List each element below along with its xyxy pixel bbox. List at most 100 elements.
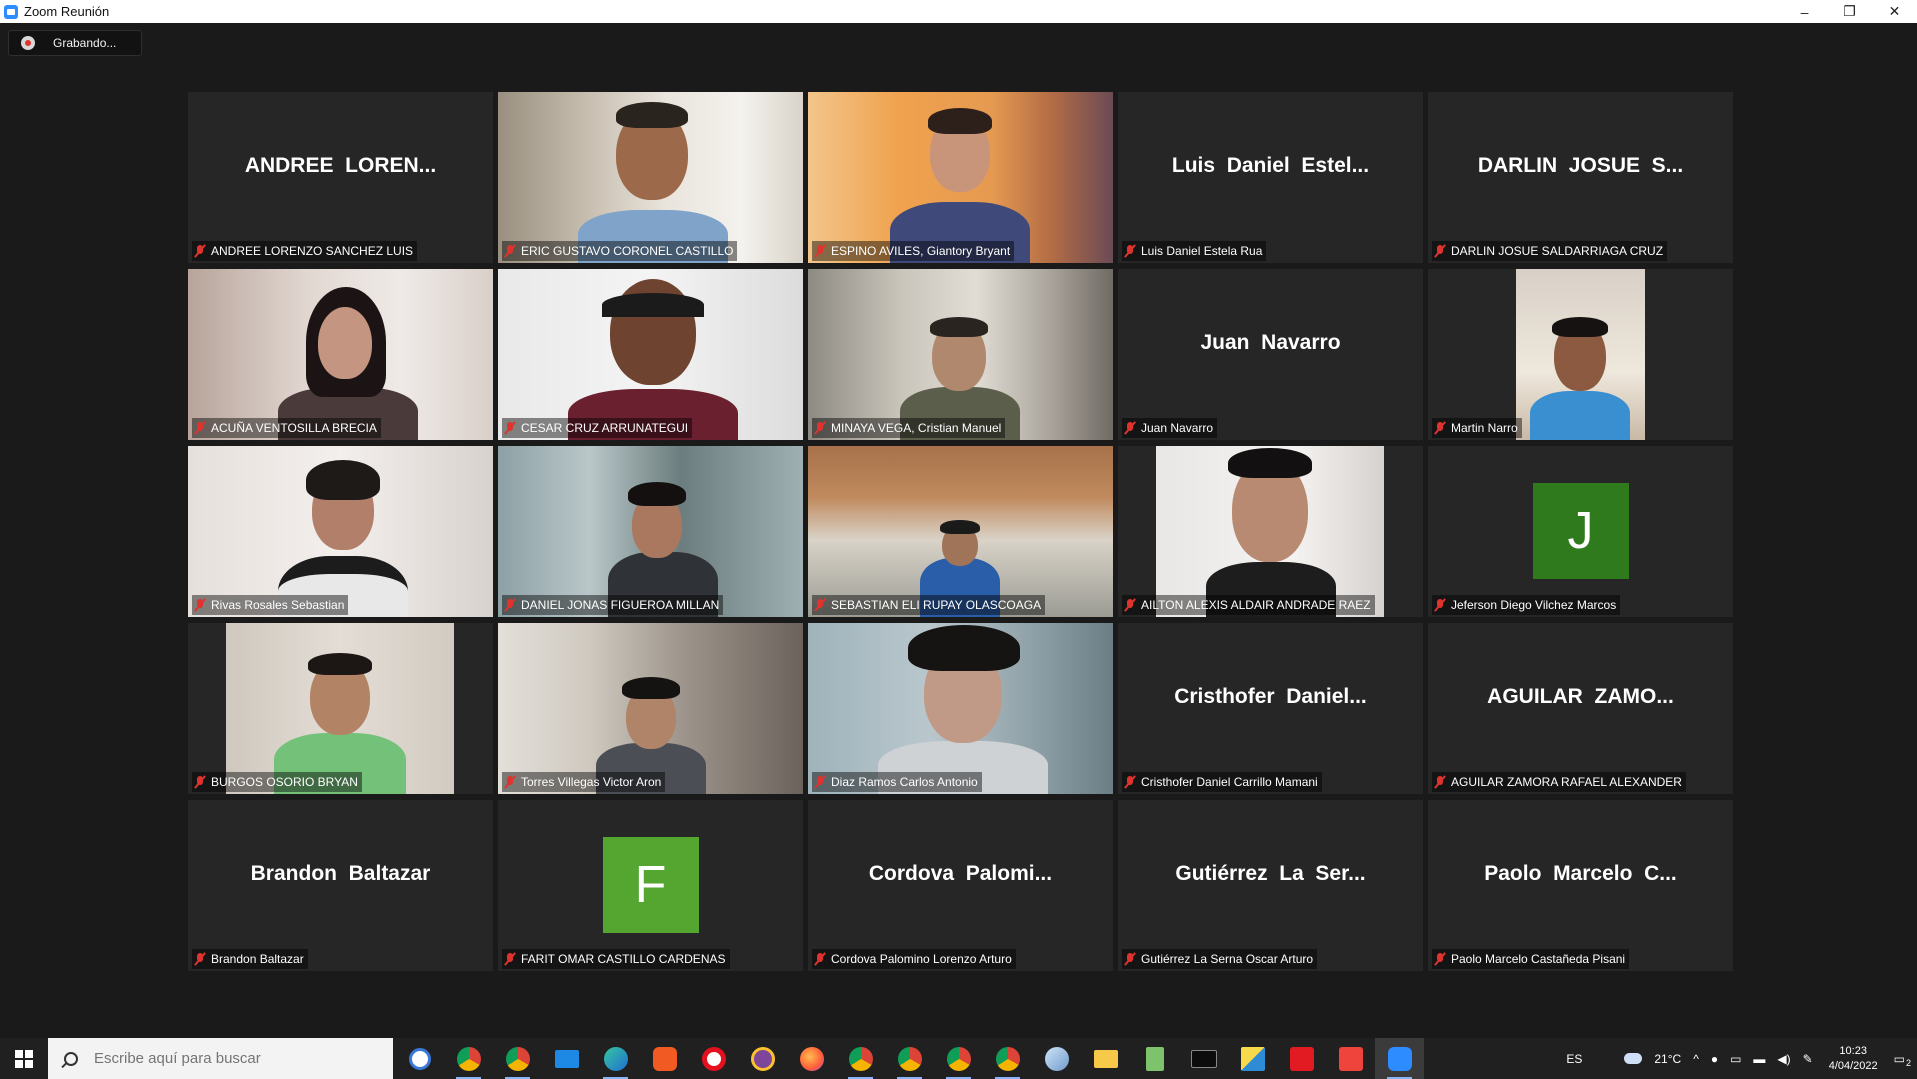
participant-tile[interactable]: ANDREE LOREN... ANDREE LORENZO SANCHEZ L… — [188, 92, 493, 263]
participant-video — [808, 446, 1113, 617]
file-explorer-icon[interactable] — [1081, 1038, 1130, 1079]
gallery-grid: ANDREE LOREN... ANDREE LORENZO SANCHEZ L… — [188, 92, 1733, 971]
chrome-icon[interactable] — [493, 1038, 542, 1079]
network-icon[interactable]: ▭ — [1730, 1052, 1741, 1066]
volume-icon[interactable]: ◀) — [1777, 1052, 1790, 1066]
chrome-icon[interactable] — [885, 1038, 934, 1079]
mic-muted-icon — [194, 421, 206, 435]
restore-button[interactable]: ❐ — [1827, 0, 1872, 23]
notifications-count: 2 — [1905, 1057, 1911, 1068]
weather-icon[interactable] — [1624, 1053, 1643, 1064]
windows-start-button[interactable] — [0, 1038, 48, 1079]
chrome-icon[interactable] — [983, 1038, 1032, 1079]
weather-temperature[interactable]: 21°C — [1654, 1052, 1681, 1066]
cortana-icon[interactable] — [395, 1038, 444, 1079]
participant-display-name: Luis Daniel Estel... — [1171, 153, 1370, 177]
participant-tile[interactable]: Brandon Baltazar Brandon Baltazar — [188, 800, 493, 971]
participant-tile[interactable]: Paolo Marcelo C... Paolo Marcelo Castañe… — [1428, 800, 1733, 971]
notepad-icon[interactable] — [1130, 1038, 1179, 1079]
battery-icon[interactable]: ▬ — [1753, 1052, 1765, 1066]
notifications-icon[interactable]: ▭ 2 — [1894, 1052, 1911, 1068]
participant-name-label: ESPINO AVILES, Giantory Bryant — [812, 241, 1015, 261]
participant-name-label: Torres Villegas Victor Aron — [502, 772, 666, 792]
participant-video — [498, 92, 803, 263]
anydesk-icon[interactable] — [1326, 1038, 1375, 1079]
clock[interactable]: 10:23 4/04/2022 — [1829, 1044, 1878, 1074]
participant-tile[interactable]: J Jeferson Diego Vilchez Marcos — [1428, 446, 1733, 617]
sticky-notes-icon[interactable] — [1228, 1038, 1277, 1079]
mic-muted-icon — [1124, 598, 1136, 612]
participant-tile[interactable]: DANIEL JONAS FIGUEROA MILLAN — [498, 446, 803, 617]
participant-tile[interactable]: Diaz Ramos Carlos Antonio — [808, 623, 1113, 794]
participant-name-label: Gutiérrez La Serna Oscar Arturo — [1122, 949, 1318, 969]
participant-name-label: Martin Narro — [1432, 418, 1522, 438]
participant-display-name: DARLIN JOSUE S... — [1477, 153, 1684, 177]
title-bar: Zoom Reunión – ❐ ✕ — [0, 0, 1917, 23]
participant-video — [188, 446, 493, 617]
chrome-icon[interactable] — [836, 1038, 885, 1079]
participant-video — [498, 446, 803, 617]
participant-tile[interactable]: Cordova Palomi... Cordova Palomino Loren… — [808, 800, 1113, 971]
mail-icon[interactable] — [542, 1038, 591, 1079]
participant-tile[interactable]: Gutiérrez La Ser... Gutiérrez La Serna O… — [1118, 800, 1423, 971]
acrobat-icon[interactable] — [1277, 1038, 1326, 1079]
microphone-icon[interactable]: ● — [1711, 1052, 1718, 1066]
brave-icon[interactable] — [640, 1038, 689, 1079]
close-button[interactable]: ✕ — [1872, 0, 1917, 23]
participant-tile[interactable]: ESPINO AVILES, Giantory Bryant — [808, 92, 1113, 263]
participant-video — [808, 92, 1113, 263]
firefox-icon[interactable] — [787, 1038, 836, 1079]
participant-tile[interactable]: Martin Narro — [1428, 269, 1733, 440]
chrome-icon[interactable] — [444, 1038, 493, 1079]
participant-tile[interactable]: Luis Daniel Estel... Luis Daniel Estela … — [1118, 92, 1423, 263]
tor-icon[interactable] — [738, 1038, 787, 1079]
mic-muted-icon — [1124, 775, 1136, 789]
recording-icon — [21, 36, 35, 50]
participant-tile[interactable]: SEBASTIAN ELI RUPAY OLASCOAGA — [808, 446, 1113, 617]
chevron-up-icon[interactable]: ^ — [1693, 1052, 1699, 1066]
participant-name-label: Paolo Marcelo Castañeda Pisani — [1432, 949, 1630, 969]
mic-muted-icon — [814, 421, 826, 435]
participant-name-label: Luis Daniel Estela Rua — [1122, 241, 1267, 261]
zoom-icon[interactable] — [1375, 1038, 1424, 1079]
opera-icon[interactable] — [689, 1038, 738, 1079]
participant-name-label: Cristhofer Daniel Carrillo Mamani — [1122, 772, 1322, 792]
participant-tile[interactable]: ERIC GUSTAVO CORONEL CASTILLO — [498, 92, 803, 263]
participant-tile[interactable]: AILTON ALEXIS ALDAIR ANDRADE RAEZ — [1118, 446, 1423, 617]
mic-muted-icon — [504, 421, 516, 435]
participant-name-label: Rivas Rosales Sebastian — [192, 595, 349, 615]
recording-indicator[interactable]: Grabando... — [8, 30, 142, 56]
participant-tile[interactable]: Juan Navarro Juan Navarro — [1118, 269, 1423, 440]
mic-muted-icon — [814, 775, 826, 789]
participant-tile[interactable]: BURGOS OSORIO BRYAN — [188, 623, 493, 794]
participant-display-name: Paolo Marcelo C... — [1484, 861, 1677, 885]
mic-muted-icon — [504, 598, 516, 612]
chrome-icon[interactable] — [934, 1038, 983, 1079]
participant-tile[interactable]: Torres Villegas Victor Aron — [498, 623, 803, 794]
participant-display-name: Juan Navarro — [1200, 330, 1341, 354]
participant-name-label: SEBASTIAN ELI RUPAY OLASCOAGA — [812, 595, 1046, 615]
participant-tile[interactable]: CESAR CRUZ ARRUNATEGUI — [498, 269, 803, 440]
recording-label: Grabando... — [53, 36, 117, 50]
participant-video — [1516, 269, 1645, 440]
participant-tile[interactable]: DARLIN JOSUE S... DARLIN JOSUE SALDARRIA… — [1428, 92, 1733, 263]
participant-name-label: Cordova Palomino Lorenzo Arturo — [812, 949, 1016, 969]
pen-icon[interactable]: ✎ — [1803, 1052, 1813, 1066]
taskbar-search[interactable] — [48, 1038, 393, 1079]
participant-tile[interactable]: ACUÑA VENTOSILLA BRECIA — [188, 269, 493, 440]
participant-display-name: Gutiérrez La Ser... — [1175, 861, 1366, 885]
terminal-icon[interactable] — [1179, 1038, 1228, 1079]
edge-icon[interactable] — [591, 1038, 640, 1079]
language-indicator[interactable]: ES — [1566, 1052, 1582, 1066]
search-input[interactable] — [92, 1049, 376, 1068]
participant-tile[interactable]: MINAYA VEGA, Cristian Manuel — [808, 269, 1113, 440]
participant-name-label: CESAR CRUZ ARRUNATEGUI — [502, 418, 693, 438]
participant-tile[interactable]: AGUILAR ZAMO... AGUILAR ZAMORA RAFAEL AL… — [1428, 623, 1733, 794]
participant-tile[interactable]: Rivas Rosales Sebastian — [188, 446, 493, 617]
minimize-button[interactable]: – — [1782, 0, 1827, 23]
app-icon[interactable] — [1032, 1038, 1081, 1079]
participant-name-label: ERIC GUSTAVO CORONEL CASTILLO — [502, 241, 738, 261]
participant-tile[interactable]: F FARIT OMAR CASTILLO CARDENAS — [498, 800, 803, 971]
participant-name-label: AILTON ALEXIS ALDAIR ANDRADE RAEZ — [1122, 595, 1375, 615]
participant-tile[interactable]: Cristhofer Daniel... Cristhofer Daniel C… — [1118, 623, 1423, 794]
